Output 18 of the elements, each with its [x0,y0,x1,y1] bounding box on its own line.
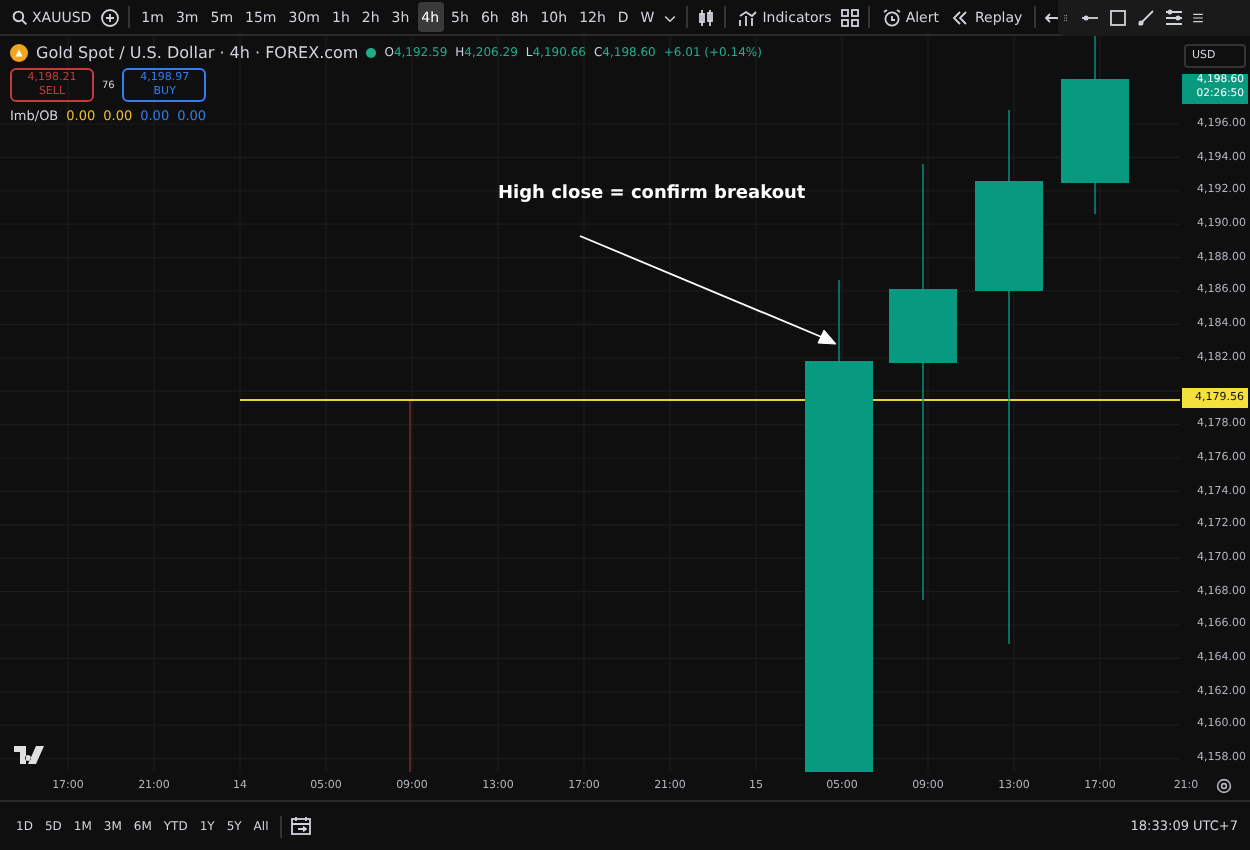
search-icon [12,9,28,25]
trend-line-icon[interactable] [1136,8,1156,28]
settings-icon[interactable] [1216,778,1232,794]
alarm-clock-icon [881,7,902,27]
tradingview-logo-icon [14,746,46,764]
status-dot-icon [366,48,377,58]
symbol-title: Gold Spot / U.S. Dollar · 4h · FOREX.com [36,44,359,62]
rectangle-icon[interactable] [1108,8,1128,28]
calendar-icon[interactable] [290,816,313,836]
candlestick-icon[interactable] [696,7,717,27]
annotation-text: High close = confirm breakout [498,184,806,204]
rewind-icon [950,7,971,27]
layout-grid-icon[interactable] [839,7,860,27]
sliders-icon[interactable] [1164,8,1184,28]
chart-icon [738,7,759,27]
coin-icon [10,44,28,62]
text-lines-icon[interactable] [1192,8,1204,28]
add-symbol-icon[interactable] [99,7,120,27]
